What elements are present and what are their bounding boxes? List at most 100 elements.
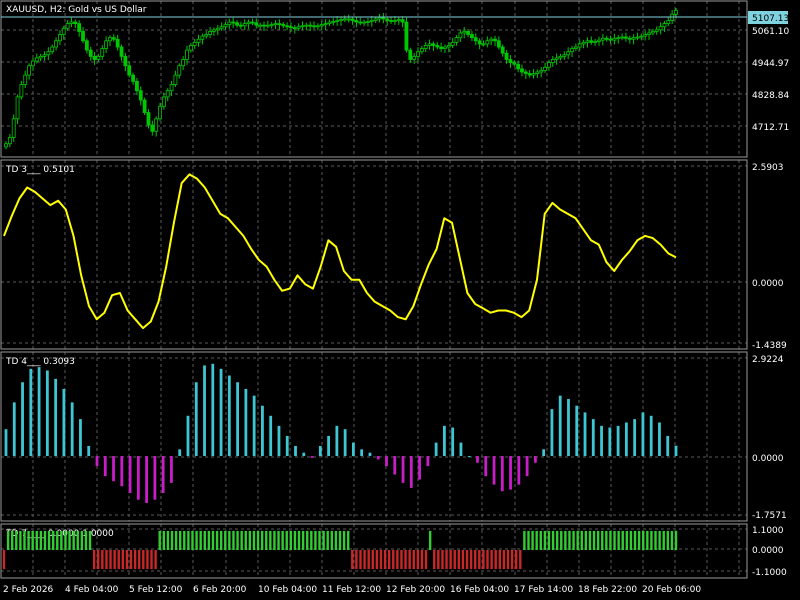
td7-bar-positive xyxy=(633,530,637,550)
td3-pane-title: TD 3___ 0.5101 xyxy=(5,165,75,175)
td7-bar-positive xyxy=(269,530,272,550)
td7-bar-negative xyxy=(133,550,137,570)
td7-bar-negative xyxy=(420,550,424,570)
td7-bar-positive xyxy=(654,530,657,550)
price-candle-body xyxy=(489,38,494,42)
td4-bar-positive xyxy=(550,409,554,457)
price-candle-body xyxy=(281,24,286,27)
td4-bar-positive xyxy=(62,388,66,457)
td4-bar-negative xyxy=(484,456,488,477)
td7-bar-positive xyxy=(207,530,211,550)
price-candle-body xyxy=(11,118,16,138)
td7-bar-negative xyxy=(494,550,497,570)
td4-bar-positive xyxy=(302,452,306,457)
price-candle-body xyxy=(581,41,586,45)
price-candle-body xyxy=(408,49,413,60)
td4-bar-negative xyxy=(103,456,107,477)
td7-bar-positive xyxy=(35,530,38,550)
td4-bar-positive xyxy=(583,412,587,457)
td4-bar-negative xyxy=(401,456,405,483)
td7-bar-positive xyxy=(293,530,297,550)
price-candle-body xyxy=(158,105,162,120)
td7-bar-negative xyxy=(363,550,366,570)
main-y-label: 4828.84 xyxy=(752,91,789,101)
price-candle-body xyxy=(662,23,667,28)
td7-bar-positive xyxy=(240,530,243,550)
td7-bar-negative xyxy=(371,550,374,570)
td4-bar-negative xyxy=(153,456,157,500)
price-candle-body xyxy=(69,21,74,25)
td4-bar-negative xyxy=(170,456,173,483)
td4-bar-positive xyxy=(4,429,8,457)
td7-bar-positive xyxy=(342,530,346,550)
td4-bar-positive xyxy=(674,445,678,457)
td4-bar-positive xyxy=(261,405,264,457)
price-candle-body xyxy=(173,74,178,85)
price-candle-body xyxy=(7,137,12,145)
td7-bar-negative xyxy=(408,550,411,570)
td4-bar-positive xyxy=(12,402,16,457)
price-candle-body xyxy=(138,90,143,101)
price-candle-body xyxy=(589,40,594,43)
td7-bar-negative xyxy=(92,550,96,570)
price-candle-body xyxy=(666,20,671,25)
td4-bar-positive xyxy=(467,456,471,458)
price-candle-body xyxy=(50,46,55,53)
price-candle-body xyxy=(481,43,486,46)
td7-bar-positive xyxy=(39,530,43,550)
td7-bar-negative xyxy=(510,550,514,570)
price-candle-body xyxy=(550,59,555,64)
td7-bar-positive xyxy=(613,530,616,550)
td7-bar-positive xyxy=(580,530,583,550)
td7-bar-positive xyxy=(338,530,342,550)
td7-bar-positive xyxy=(662,530,665,550)
td7-bar-positive xyxy=(297,530,301,550)
td7-bar-positive xyxy=(564,530,567,550)
td7-bar-negative xyxy=(482,550,485,570)
price-candle-body xyxy=(573,46,578,49)
price-candle-body xyxy=(34,57,39,62)
price-candle-body xyxy=(77,23,82,32)
td4-bar-positive xyxy=(335,425,339,457)
td7-bar-negative xyxy=(154,550,157,570)
price-candle-body xyxy=(327,21,332,25)
td7-bar-positive xyxy=(543,530,547,550)
price-candle-body xyxy=(412,55,417,60)
price-candle-body xyxy=(54,40,58,48)
td7-bar-negative xyxy=(138,550,141,570)
price-candle-body xyxy=(620,36,624,39)
price-candle-body xyxy=(612,37,617,41)
price-candle-body xyxy=(46,51,51,56)
price-candle-body xyxy=(624,36,628,39)
price-candle-body xyxy=(65,23,70,29)
price-candle-body xyxy=(208,31,212,35)
price-candle-body xyxy=(15,96,20,120)
price-candle-body xyxy=(466,31,470,35)
price-candle-body xyxy=(535,71,540,74)
td7-bar-positive xyxy=(183,530,186,550)
main-pane-title: XAUUSD, H2: Gold vs US Dollar xyxy=(6,5,147,15)
td4-bar-positive xyxy=(658,422,661,457)
td7-bar-negative xyxy=(461,550,465,570)
price-candle-body xyxy=(504,52,509,60)
price-candle-body xyxy=(27,65,32,76)
td7-bar-positive xyxy=(551,530,555,550)
td7-bar-positive xyxy=(84,530,88,550)
time-label: 10 Feb 04:00 xyxy=(258,585,317,595)
td3-y-label: -1.4389 xyxy=(752,341,787,351)
td7-bar-positive xyxy=(51,530,55,550)
price-candle-body xyxy=(111,37,116,40)
terminal-chart[interactable]: XAUUSD, H2: Gold vs US Dollar TD 3___ 0.… xyxy=(0,0,800,600)
price-candle-body xyxy=(154,118,159,132)
price-candle-body xyxy=(319,24,324,27)
price-candle-body xyxy=(658,26,663,31)
price-candle-body xyxy=(516,63,521,70)
td4-bar-positive xyxy=(616,425,620,457)
td7-bar-positive xyxy=(203,530,206,550)
td4-bar-negative xyxy=(533,456,537,463)
price-candle-body xyxy=(250,21,255,24)
td4-bar-negative xyxy=(120,456,124,487)
td7-bar-negative xyxy=(424,550,428,570)
td4-bar-negative xyxy=(426,456,430,467)
td7-bar-positive xyxy=(244,530,247,550)
